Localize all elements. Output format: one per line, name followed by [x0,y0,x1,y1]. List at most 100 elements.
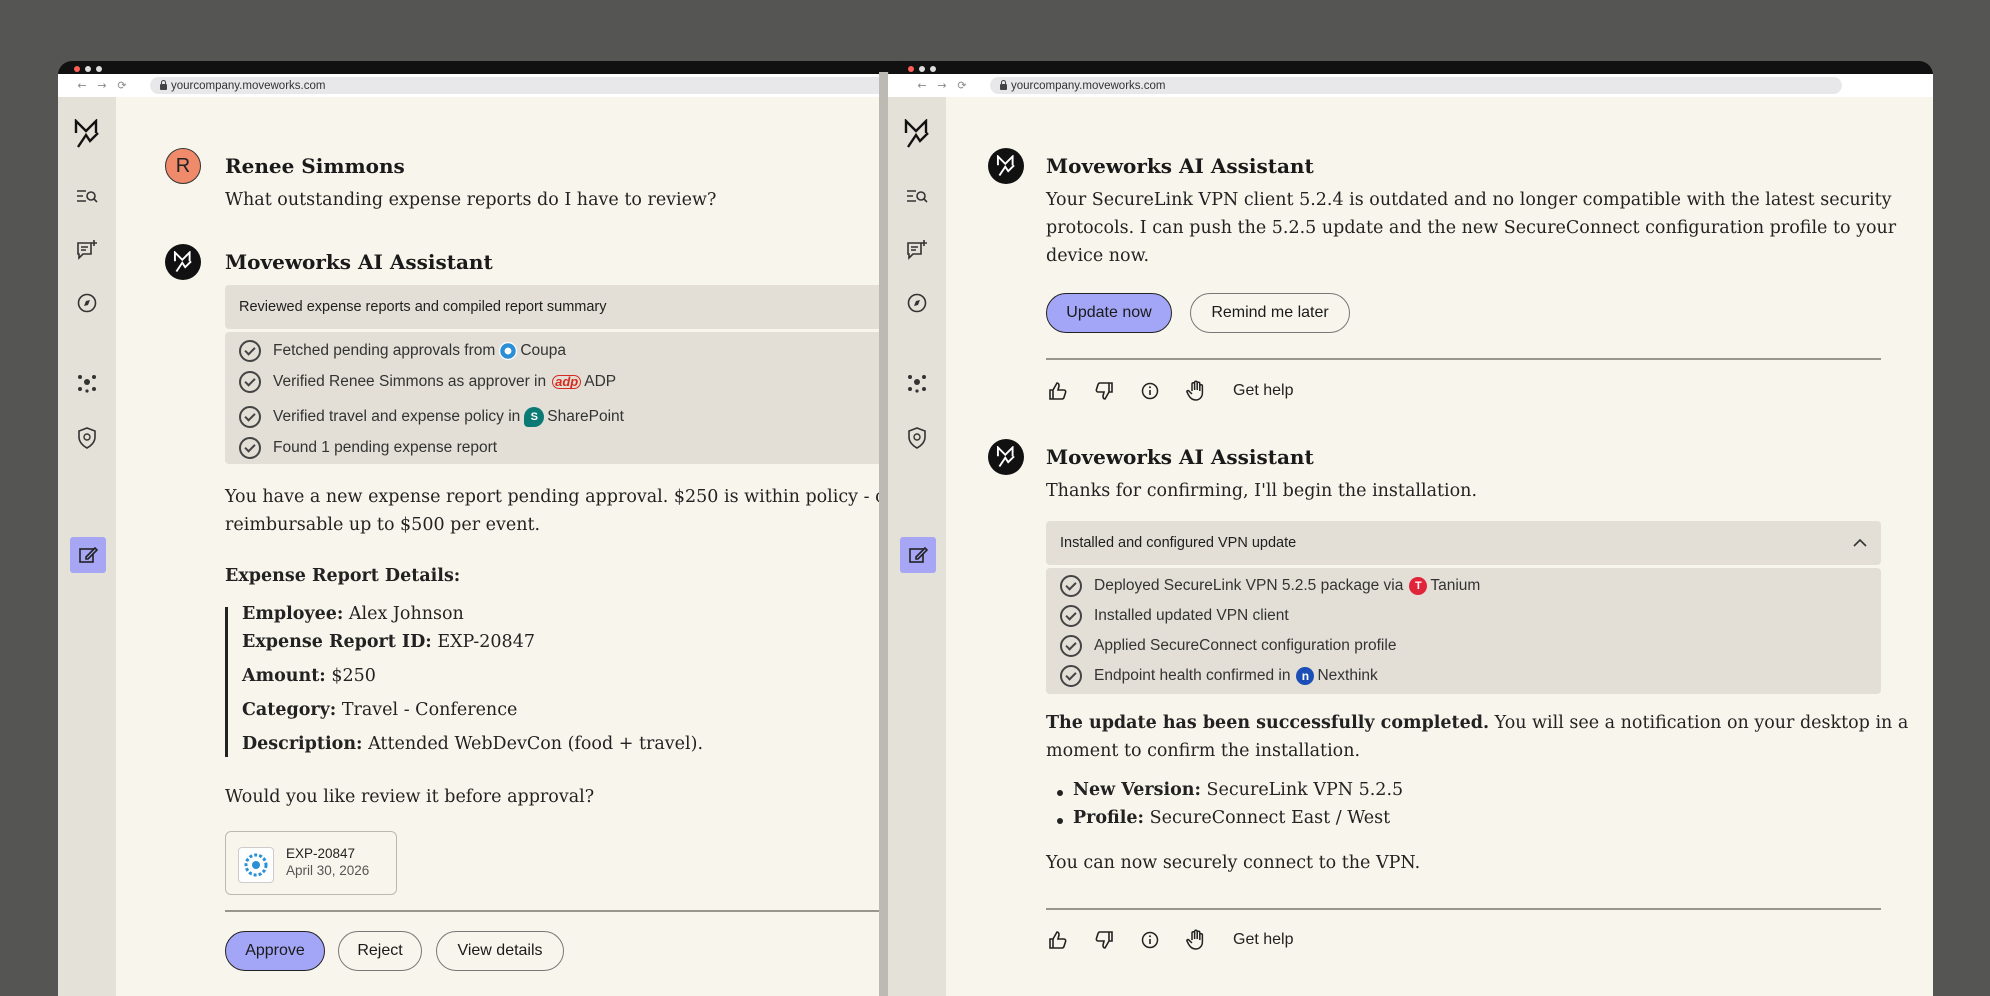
network-icon[interactable] [888,373,946,393]
view-details-button[interactable]: View details [436,931,564,971]
reasoning-panel-header[interactable]: Installed and configured VPN update [1046,521,1881,565]
thumbs-down-icon[interactable] [1081,381,1127,401]
sharepoint-icon: S [524,407,545,427]
approval-question: Would you like review it before approval… [225,787,595,807]
moveworks-logo-icon [996,155,1015,177]
assistant-name: Moveworks AI Assistant [1046,154,1314,178]
assistant-message-line: Your SecureLink VPN client 5.2.4 is outd… [1046,190,1892,210]
user-avatar: R [165,148,201,184]
reload-icon[interactable]: ⟳ [112,79,132,92]
edit-icon [909,546,928,563]
assistant-message: Thanks for confirming, I'll begin the in… [1046,481,1478,501]
closing-message: You can now securely connect to the VPN. [1046,853,1421,873]
moveworks-logo-icon[interactable] [58,119,116,149]
update-now-button[interactable]: Update now [1046,293,1172,333]
lock-icon [160,79,167,90]
reasoning-steps-panel: Deployed SecureLink VPN 5.2.5 package vi… [1046,568,1881,694]
reasoning-step: Found 1 pending expense report [239,437,497,459]
address-bar[interactable]: yourcompany.moveworks.com [990,77,1842,94]
check-circle-icon [239,340,261,362]
thumbs-down-icon[interactable] [1081,930,1127,950]
minimize-window-button[interactable] [919,66,925,72]
info-icon[interactable] [1127,931,1173,949]
close-window-button[interactable] [908,66,914,72]
url-text: yourcompany.moveworks.com [1011,79,1166,92]
compose-button[interactable] [900,537,936,573]
chevron-up-icon[interactable] [1853,538,1867,547]
expense-details-block: Employee: Alex Johnson Expense Report ID… [225,604,825,757]
get-help-link[interactable]: Get help [1233,931,1293,949]
feedback-bar: Get help [1035,380,1293,402]
reasoning-step: Deployed SecureLink VPN 5.2.5 package vi… [1060,575,1480,597]
edit-icon [79,546,98,563]
chat-thread: Moveworks AI Assistant Your SecureLink V… [946,97,1933,996]
reject-button[interactable]: Reject [338,931,422,971]
adp-icon: adp [552,375,582,389]
assistant-avatar [988,148,1024,184]
info-icon[interactable] [1127,382,1173,400]
assistant-name: Moveworks AI Assistant [1046,445,1314,469]
expense-report-card[interactable]: EXP-20847 April 30, 2026 [225,831,397,895]
user-message: What outstanding expense reports do I ha… [225,190,717,210]
reasoning-step: Endpoint health confirmed in n Nexthink [1060,665,1378,687]
reasoning-step: Verified Renee Simmons as approver in ad… [239,371,616,393]
compass-icon[interactable] [58,293,116,313]
card-report-id: EXP-20847 [286,846,356,861]
result-message: The update has been successfully complet… [1046,713,1909,733]
remind-later-button[interactable]: Remind me later [1190,293,1350,333]
thumbs-up-icon[interactable] [1035,930,1081,950]
maximize-window-button[interactable] [930,66,936,72]
reasoning-step: Installed updated VPN client [1060,605,1289,627]
result-bullet: New Version: SecureLink VPN 5.2.5 [1056,780,1404,800]
detail-row: Amount: $250 [242,666,376,686]
shield-search-icon[interactable] [888,427,946,449]
raise-hand-icon[interactable] [1173,380,1219,402]
close-window-button[interactable] [74,66,80,72]
check-circle-icon [239,437,261,459]
minimize-window-button[interactable] [85,66,91,72]
result-bullet: Profile: SecureConnect East / West [1056,808,1391,828]
shield-search-icon[interactable] [58,427,116,449]
check-circle-icon [239,371,261,393]
compass-icon[interactable] [888,293,946,313]
raise-hand-icon[interactable] [1173,929,1219,951]
back-icon[interactable]: ← [912,79,932,92]
moveworks-logo-icon [173,251,192,273]
search-list-icon[interactable] [58,189,116,203]
maximize-window-button[interactable] [96,66,102,72]
new-chat-icon[interactable] [888,239,946,261]
summary-line: reimbursable up to $500 per event. [225,515,541,535]
new-chat-icon[interactable] [58,239,116,261]
thumbs-up-icon[interactable] [1035,381,1081,401]
compose-button[interactable] [70,537,106,573]
back-icon[interactable]: ← [72,79,92,92]
forward-icon[interactable]: → [92,79,112,92]
assistant-avatar [165,244,201,280]
check-circle-icon [1060,665,1082,687]
forward-icon[interactable]: → [932,79,952,92]
nexthink-icon: n [1296,667,1315,685]
approve-button[interactable]: Approve [225,931,325,971]
tanium-icon: T [1409,577,1428,595]
check-circle-icon [239,406,261,428]
detail-row: Employee: Alex Johnson [242,604,464,624]
coupa-icon [238,847,274,883]
check-circle-icon [1060,635,1082,657]
divider [1046,908,1881,910]
reload-icon[interactable]: ⟳ [952,79,972,92]
detail-row: Category: Travel - Conference [242,700,518,720]
get-help-link[interactable]: Get help [1233,382,1293,400]
search-list-icon[interactable] [888,189,946,203]
reasoning-step: Verified travel and expense policy in S … [239,406,624,428]
user-name: Renee Simmons [225,154,405,178]
coupa-icon [499,342,518,360]
divider [1046,358,1881,360]
network-icon[interactable] [58,373,116,393]
detail-row: Expense Report ID: EXP-20847 [242,632,535,652]
reasoning-step: Applied SecureConnect configuration prof… [1060,635,1396,657]
reasoning-panel-title: Reviewed expense reports and compiled re… [239,299,607,315]
assistant-message-line: device now. [1046,246,1150,266]
moveworks-logo-icon[interactable] [888,119,946,149]
app-area: Moveworks AI Assistant Your SecureLink V… [888,97,1933,996]
sidebar-rail [58,97,116,996]
